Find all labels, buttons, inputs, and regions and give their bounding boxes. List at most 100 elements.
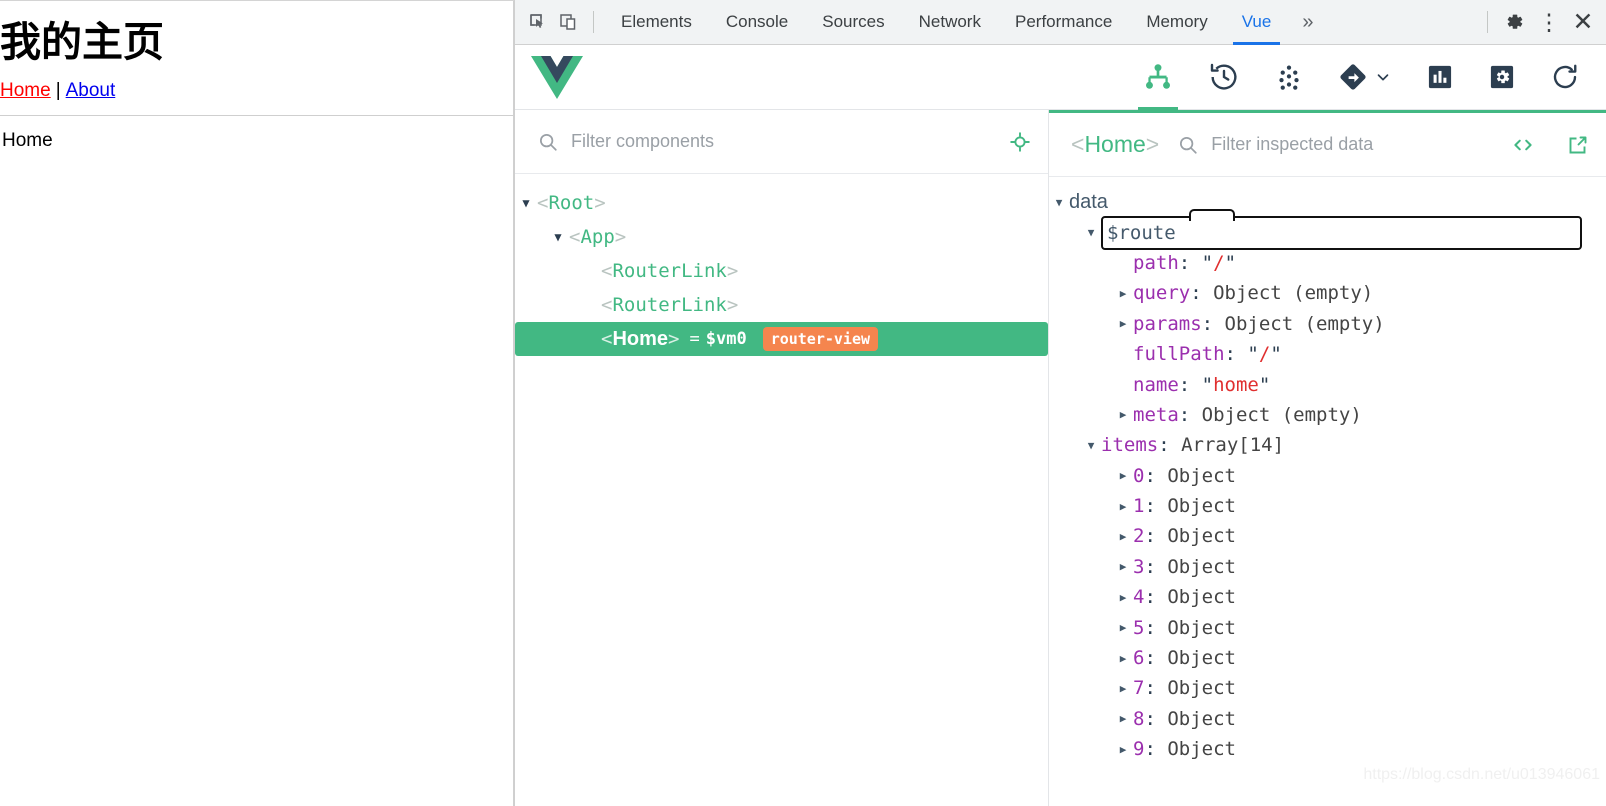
data-row-item-2[interactable]: ▶ 2: Object — [1049, 521, 1606, 551]
chevron-down-icon[interactable]: ▼ — [547, 230, 569, 244]
data-row-item-8[interactable]: ▶ 8: Object — [1049, 704, 1606, 734]
nav-link-about[interactable]: About — [66, 80, 116, 101]
components-tree-icon[interactable] — [1138, 45, 1178, 110]
tree-node-app[interactable]: ▼ < App > — [515, 220, 1048, 254]
data-value: Object — [1167, 707, 1236, 730]
data-row-item-0[interactable]: ▶ 0: Object — [1049, 461, 1606, 491]
data-row-item-6[interactable]: ▶ 6: Object — [1049, 643, 1606, 673]
chevron-right-icon[interactable]: ▶ — [1113, 317, 1133, 330]
tab-network[interactable]: Network — [902, 0, 998, 45]
inspected-data-tree: ▼ data ▼ $route ▶ path: "/" ▶ — [1049, 177, 1606, 806]
page-right-border — [513, 1, 514, 806]
tag-close-bracket: > — [1145, 131, 1160, 157]
chevron-right-icon[interactable]: ▶ — [1113, 500, 1133, 513]
data-row-query[interactable]: ▶ query: Object (empty) — [1049, 278, 1606, 308]
data-row-fullpath[interactable]: ▶ fullPath: "/" — [1049, 339, 1606, 369]
close-icon[interactable]: ✕ — [1566, 5, 1600, 39]
vue-devtools-toolbar — [515, 45, 1606, 110]
gear-icon[interactable] — [1498, 5, 1532, 39]
kebab-menu-icon[interactable]: ⋮ — [1532, 5, 1566, 39]
data-colon: : — [1144, 738, 1168, 761]
filter-components-input[interactable] — [571, 131, 1008, 152]
quote-open: " — [1201, 373, 1214, 396]
nav-link-home[interactable]: Home — [0, 80, 51, 101]
chevron-right-icon[interactable]: ▶ — [1113, 621, 1133, 634]
data-colon: : — [1178, 373, 1202, 396]
data-row-route[interactable]: ▼ $route — [1049, 208, 1606, 250]
tab-performance[interactable]: Performance — [998, 0, 1129, 45]
tag-open-bracket: < — [601, 328, 613, 350]
route-key-highlight-box[interactable]: $route — [1101, 208, 1582, 250]
performance-bars-icon[interactable] — [1422, 45, 1458, 110]
tab-sources[interactable]: Sources — [805, 0, 901, 45]
chevron-down-icon[interactable]: ▼ — [1049, 196, 1069, 209]
inspect-element-icon[interactable] — [523, 7, 553, 37]
more-tabs-icon[interactable]: » — [1288, 0, 1327, 45]
chevron-down-icon[interactable]: ▼ — [1081, 439, 1101, 452]
data-row-item-1[interactable]: ▶ 1: Object — [1049, 491, 1606, 521]
tree-node-home[interactable]: ▼ <Home> = $vm0 router-view — [515, 322, 1048, 356]
timeline-history-icon[interactable] — [1204, 45, 1244, 110]
chevron-right-icon[interactable]: ▶ — [1113, 591, 1133, 604]
settings-gear-icon[interactable] — [1484, 45, 1520, 110]
data-row-params[interactable]: ▶ params: Object (empty) — [1049, 309, 1606, 339]
data-value: Object (empty) — [1201, 403, 1362, 426]
chevron-right-icon[interactable]: ▶ — [1113, 652, 1133, 665]
tab-memory[interactable]: Memory — [1129, 0, 1224, 45]
chevron-right-icon[interactable]: ▶ — [1113, 530, 1133, 543]
tree-node-routerlink-2[interactable]: ▼ <RouterLink> — [515, 288, 1048, 322]
tree-node-routerlink-1[interactable]: ▼ <RouterLink> — [515, 254, 1048, 288]
chevron-down-icon[interactable]: ▼ — [1081, 226, 1101, 239]
data-row-name[interactable]: ▶ name: "home" — [1049, 369, 1606, 399]
tree-node-root[interactable]: ▼ < Root > — [515, 186, 1048, 220]
chevron-right-icon[interactable]: ▶ — [1113, 743, 1133, 756]
chevron-right-icon[interactable]: ▶ — [1113, 469, 1133, 482]
data-colon: : — [1178, 251, 1202, 274]
data-value: Object — [1167, 738, 1236, 761]
data-colon: : — [1144, 495, 1168, 518]
data-row-item-4[interactable]: ▶ 4: Object — [1049, 582, 1606, 612]
data-row-data[interactable]: ▼ data — [1049, 187, 1606, 217]
chevron-down-icon[interactable]: ▼ — [515, 196, 537, 210]
data-row-path[interactable]: ▶ path: "/" — [1049, 248, 1606, 278]
chevron-right-icon[interactable]: ▶ — [1113, 560, 1133, 573]
open-external-icon[interactable] — [1566, 133, 1590, 157]
chevron-right-icon[interactable]: ▶ — [1113, 287, 1133, 300]
crosshair-target-icon[interactable] — [1008, 130, 1032, 154]
data-colon: : — [1158, 434, 1182, 457]
data-key: $route — [1107, 221, 1176, 244]
data-value: Object — [1167, 525, 1236, 548]
tab-console[interactable]: Console — [709, 0, 805, 45]
filter-inspected-data-input[interactable] — [1211, 134, 1510, 155]
data-colon: : — [1190, 282, 1214, 305]
tag-open-bracket: < — [1071, 131, 1085, 157]
routes-icon[interactable] — [1334, 45, 1396, 110]
device-toolbar-icon[interactable] — [553, 7, 583, 37]
data-key: path — [1133, 251, 1179, 274]
page-content-text: Home — [2, 130, 53, 152]
tab-vue[interactable]: Vue — [1225, 0, 1289, 45]
open-in-editor-icon[interactable] — [1510, 132, 1536, 158]
devtools-panel: Elements Console Sources Network Perform… — [514, 0, 1606, 806]
refresh-icon[interactable] — [1546, 45, 1584, 110]
chevron-right-icon[interactable]: ▶ — [1113, 408, 1133, 421]
data-row-items[interactable]: ▼ items: Array[14] — [1049, 430, 1606, 460]
vuex-dots-icon[interactable] — [1270, 45, 1308, 110]
tag-close-bracket: > — [668, 328, 680, 350]
data-index: 9 — [1133, 738, 1145, 761]
chevron-right-icon[interactable]: ▶ — [1113, 682, 1133, 695]
data-row-item-5[interactable]: ▶ 5: Object — [1049, 612, 1606, 642]
toolbar-divider — [593, 11, 594, 33]
data-value: / — [1258, 343, 1271, 366]
data-row-meta[interactable]: ▶ meta: Object (empty) — [1049, 400, 1606, 430]
data-row-item-3[interactable]: ▶ 3: Object — [1049, 552, 1606, 582]
tab-elements[interactable]: Elements — [604, 0, 709, 45]
data-value: Object — [1167, 495, 1236, 518]
data-row-item-7[interactable]: ▶ 7: Object — [1049, 673, 1606, 703]
chevron-right-icon[interactable]: ▶ — [1113, 712, 1133, 725]
data-row-item-9[interactable]: ▶ 9: Object — [1049, 734, 1606, 764]
data-index: 0 — [1133, 464, 1145, 487]
data-index: 8 — [1133, 707, 1145, 730]
tag-open-bracket: < — [601, 260, 613, 282]
data-colon: : — [1144, 616, 1168, 639]
